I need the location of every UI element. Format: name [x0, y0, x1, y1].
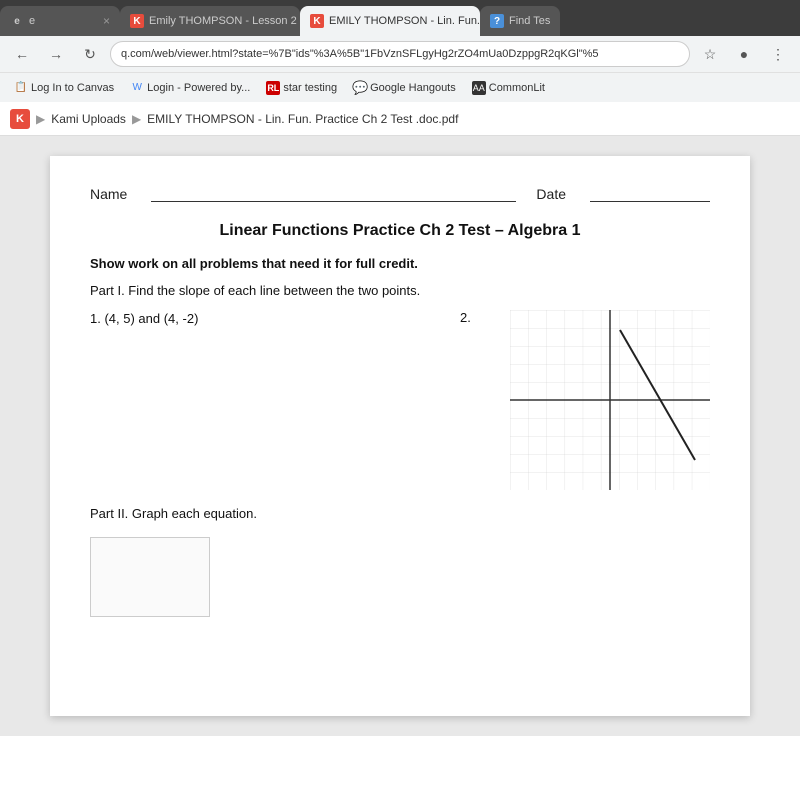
- canvas-icon: 📋: [14, 81, 28, 95]
- problem1-number: 1.: [90, 311, 101, 326]
- bookmark-hangouts[interactable]: 💬 Google Hangouts: [347, 79, 462, 97]
- problem2-label: 2.: [460, 310, 490, 325]
- tab-bar: e e × K Emily THOMPSON - Lesson 2 Li... …: [0, 0, 800, 36]
- tab-2[interactable]: K Emily THOMPSON - Lesson 2 Li... ×: [120, 6, 300, 36]
- bookmarks-bar: 📋 Log In to Canvas W Login - Powered by.…: [0, 72, 800, 102]
- tab-1[interactable]: e e ×: [0, 6, 120, 36]
- login-icon: W: [130, 81, 144, 95]
- tab-1-close[interactable]: ×: [103, 14, 110, 28]
- coordinate-graph: [510, 310, 710, 490]
- small-graph: [90, 537, 210, 617]
- problem-left: 1. (4, 5) and (4, -2): [90, 310, 440, 328]
- document-page: Name Date Linear Functions Practice Ch 2…: [50, 156, 750, 716]
- address-input[interactable]: [110, 41, 690, 67]
- kami-logo: K: [10, 109, 30, 129]
- tab-3[interactable]: K EMILY THOMPSON - Lin. Fun. Pr... ×: [300, 6, 480, 36]
- bookmark-hangouts-label: Google Hangouts: [370, 82, 456, 94]
- hangouts-icon: 💬: [353, 81, 367, 95]
- name-label: Name: [90, 186, 127, 202]
- bookmark-commonlit[interactable]: AA CommonLit: [466, 79, 551, 97]
- browser-chrome: e e × K Emily THOMPSON - Lesson 2 Li... …: [0, 0, 800, 102]
- back-button[interactable]: ←: [8, 40, 36, 68]
- tab-3-icon: K: [310, 14, 324, 28]
- problem1-coords: (4, 5) and (4, -2): [104, 311, 198, 326]
- part1-heading: Part I. Find the slope of each line betw…: [90, 283, 710, 298]
- content-area: Name Date Linear Functions Practice Ch 2…: [0, 136, 800, 736]
- graph-svg: [510, 310, 710, 490]
- doc-title: Linear Functions Practice Ch 2 Test – Al…: [90, 222, 710, 240]
- tab-1-label: e: [29, 15, 35, 27]
- tab-1-icon: e: [10, 14, 24, 28]
- name-date-row: Name Date: [90, 186, 710, 202]
- bottom-section: [90, 537, 710, 617]
- filepath-filename: EMILY THOMPSON - Lin. Fun. Practice Ch 2…: [147, 112, 458, 126]
- bookmark-login-label: Login - Powered by...: [147, 82, 250, 94]
- commonlit-icon: AA: [472, 81, 486, 95]
- tab-4-label: Find Tes: [509, 15, 550, 27]
- bookmark-star-testing-label: star testing: [283, 82, 337, 94]
- tab-3-label: EMILY THOMPSON - Lin. Fun. Pr...: [329, 15, 480, 27]
- part2-heading: Part II. Graph each equation.: [90, 506, 710, 521]
- forward-button[interactable]: →: [42, 40, 70, 68]
- bookmark-login[interactable]: W Login - Powered by...: [124, 79, 256, 97]
- bookmark-canvas-label: Log In to Canvas: [31, 82, 114, 94]
- address-bar-row: ← → ↻ ☆ ● ⋮: [0, 36, 800, 72]
- date-line: [590, 201, 710, 202]
- doc-instruction: Show work on all problems that need it f…: [90, 256, 710, 271]
- filepath-folder[interactable]: Kami Uploads: [51, 112, 126, 126]
- extensions-button[interactable]: ●: [730, 40, 758, 68]
- tab-2-label: Emily THOMPSON - Lesson 2 Li...: [149, 15, 300, 27]
- bookmark-commonlit-label: CommonLit: [489, 82, 545, 94]
- star-testing-icon: RL: [266, 81, 280, 95]
- name-line: [151, 201, 516, 202]
- filepath-arrow: ▶: [36, 112, 45, 126]
- filepath-bar: K ▶ Kami Uploads ▶ EMILY THOMPSON - Lin.…: [0, 102, 800, 136]
- problem-row: 1. (4, 5) and (4, -2) 2.: [90, 310, 710, 490]
- menu-button[interactable]: ⋮: [764, 40, 792, 68]
- tab-4-icon: ?: [490, 14, 504, 28]
- filepath-sep2: ▶: [132, 112, 141, 126]
- date-label: Date: [536, 186, 566, 202]
- bookmark-canvas[interactable]: 📋 Log In to Canvas: [8, 79, 120, 97]
- tab-2-icon: K: [130, 14, 144, 28]
- bookmark-star-testing[interactable]: RL star testing: [260, 79, 343, 97]
- problem1-text: 1. (4, 5) and (4, -2): [90, 311, 198, 326]
- bookmark-star[interactable]: ☆: [696, 40, 724, 68]
- reload-button[interactable]: ↻: [76, 40, 104, 68]
- tab-4[interactable]: ? Find Tes: [480, 6, 560, 36]
